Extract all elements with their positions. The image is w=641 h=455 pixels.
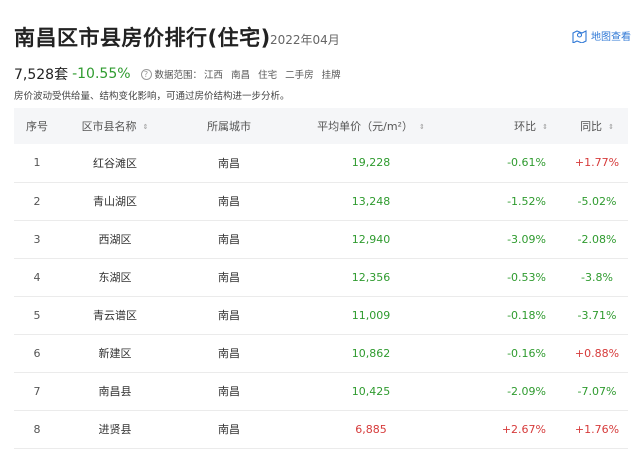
disclaimer-note: 房价波动受供给量、结构变化影响，可通过房价结构进一步分析。 xyxy=(14,91,290,102)
mom-cell: -2.09% xyxy=(454,372,566,411)
rank-cell: 1 xyxy=(14,144,60,183)
city-cell: 南昌 xyxy=(170,182,288,221)
yoy-cell: -7.07% xyxy=(566,372,628,411)
price-cell: 10,862 xyxy=(288,334,454,373)
district-cell: 西湖区 xyxy=(60,220,170,259)
rank-cell: 7 xyxy=(14,372,60,411)
help-icon[interactable]: ? xyxy=(140,68,152,80)
rank-cell: 2 xyxy=(14,182,60,221)
district-cell: 新建区 xyxy=(60,334,170,373)
price-cell: 6,885 xyxy=(288,410,454,449)
scope-region: 江西 xyxy=(204,70,224,81)
rank-cell: 4 xyxy=(14,258,60,297)
yoy-cell: -2.08% xyxy=(566,220,628,259)
mom-cell: -0.16% xyxy=(454,334,566,373)
city-cell: 南昌 xyxy=(170,144,288,183)
price-cell: 19,228 xyxy=(288,144,454,183)
col-header-mom[interactable]: 环比 ⇕ xyxy=(454,108,566,144)
mom-cell: -3.09% xyxy=(454,220,566,259)
scope-label: 数据范围： xyxy=(154,70,203,81)
price-cell: 13,248 xyxy=(288,182,454,221)
mom-cell: -0.61% xyxy=(454,144,566,183)
summary-stats: 7,528套 -10.55% ? 数据范围： 江西 南昌 住宅 二手房 挂牌 xyxy=(14,64,341,84)
district-cell: 进贤县 xyxy=(60,410,170,449)
rank-cell: 6 xyxy=(14,334,60,373)
listing-count: 7,528套 xyxy=(14,67,69,83)
price-cell: 10,425 xyxy=(288,372,454,411)
mom-cell: +2.67% xyxy=(454,410,566,449)
district-cell: 南昌县 xyxy=(60,372,170,411)
col-header-price[interactable]: 平均单价（元/m²） ⇕ xyxy=(288,108,454,144)
col-header-city: 所属城市 xyxy=(170,108,288,144)
mom-cell: -0.18% xyxy=(454,296,566,335)
table-row[interactable]: 8 进贤县 南昌 6,885 +2.67% +1.76% xyxy=(14,410,628,449)
table-body: 1 红谷滩区 南昌 19,228 -0.61% +1.77% 2 青山湖区 南昌 13,248 -1… xyxy=(14,144,628,449)
page-title: 南昌区市县房价排行(住宅) xyxy=(14,26,271,50)
table-row[interactable]: 4 东湖区 南昌 12,356 -0.53% -3.8% xyxy=(14,258,628,297)
yoy-cell: +1.76% xyxy=(566,410,628,449)
district-cell: 红谷滩区 xyxy=(60,144,170,183)
map-view-button[interactable]: 地图查看 xyxy=(572,28,631,43)
sort-icon[interactable]: ⇕ xyxy=(542,123,548,131)
sort-icon[interactable]: ⇕ xyxy=(608,123,614,131)
table-row[interactable]: 6 新建区 南昌 10,862 -0.16% +0.88% xyxy=(14,334,628,373)
price-cell: 11,009 xyxy=(288,296,454,335)
city-cell: 南昌 xyxy=(170,220,288,259)
table-header-row: 序号 区市县名称 ⇕ 所属城市 平均单价（元/m²） ⇕ 环比 ⇕ 同比 ⇕ xyxy=(14,108,628,144)
district-cell: 青云谱区 xyxy=(60,296,170,335)
col-header-district[interactable]: 区市县名称 ⇕ xyxy=(60,108,170,144)
sort-icon[interactable]: ⇕ xyxy=(143,123,149,131)
mom-cell: -1.52% xyxy=(454,182,566,221)
scope-city: 南昌 xyxy=(231,70,251,81)
report-date: 2022年04月 xyxy=(270,33,340,47)
city-cell: 南昌 xyxy=(170,296,288,335)
city-cell: 南昌 xyxy=(170,372,288,411)
scope-source: 挂牌 xyxy=(321,70,341,81)
rank-cell: 3 xyxy=(14,220,60,259)
yoy-cell: -3.8% xyxy=(566,258,628,297)
table-row[interactable]: 3 西湖区 南昌 12,940 -3.09% -2.08% xyxy=(14,220,628,259)
yoy-cell: +0.88% xyxy=(566,334,628,373)
mom-cell: -0.53% xyxy=(454,258,566,297)
scope-type: 住宅 xyxy=(258,70,278,81)
price-ranking-table: 序号 区市县名称 ⇕ 所属城市 平均单价（元/m²） ⇕ 环比 ⇕ 同比 ⇕ 1 红谷滩区… xyxy=(14,108,628,449)
map-pin-icon xyxy=(572,29,587,43)
col-header-yoy[interactable]: 同比 ⇕ xyxy=(566,108,628,144)
rank-cell: 8 xyxy=(14,410,60,449)
yoy-cell: -5.02% xyxy=(566,182,628,221)
city-cell: 南昌 xyxy=(170,410,288,449)
district-cell: 东湖区 xyxy=(60,258,170,297)
city-cell: 南昌 xyxy=(170,334,288,373)
scope-market: 二手房 xyxy=(285,70,314,81)
district-cell: 青山湖区 xyxy=(60,182,170,221)
sort-icon[interactable]: ⇕ xyxy=(419,123,425,131)
city-cell: 南昌 xyxy=(170,258,288,297)
page-header: 南昌区市县房价排行(住宅) 2022年04月 地图查看 xyxy=(14,22,631,54)
map-view-label: 地图查看 xyxy=(591,32,631,43)
table-row[interactable]: 1 红谷滩区 南昌 19,228 -0.61% +1.77% xyxy=(14,144,628,183)
table-row[interactable]: 5 青云谱区 南昌 11,009 -0.18% -3.71% xyxy=(14,296,628,335)
table-row[interactable]: 7 南昌县 南昌 10,425 -2.09% -7.07% xyxy=(14,372,628,411)
col-header-rank: 序号 xyxy=(14,108,60,144)
yoy-cell: +1.77% xyxy=(566,144,628,183)
change-percent: -10.55% xyxy=(72,66,131,82)
rank-cell: 5 xyxy=(14,296,60,335)
price-cell: 12,940 xyxy=(288,220,454,259)
price-cell: 12,356 xyxy=(288,258,454,297)
yoy-cell: -3.71% xyxy=(566,296,628,335)
table-row[interactable]: 2 青山湖区 南昌 13,248 -1.52% -5.02% xyxy=(14,182,628,221)
